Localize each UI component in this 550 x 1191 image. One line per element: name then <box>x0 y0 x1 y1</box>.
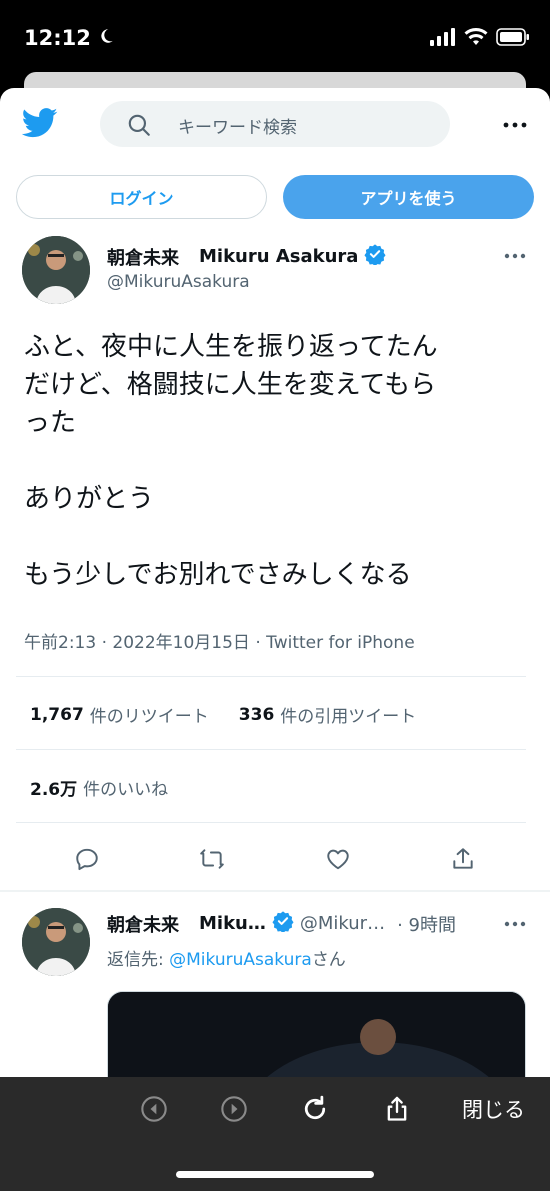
like-heart-icon[interactable] <box>323 844 353 874</box>
author-handle[interactable]: @MikuruAsakura <box>107 272 250 292</box>
avatar[interactable] <box>22 236 90 304</box>
login-button[interactable]: ログイン <box>16 175 267 219</box>
like-count[interactable]: 2.6万 <box>30 775 77 800</box>
display-name-en: Mikuru Asakura <box>199 246 359 267</box>
reply-icon[interactable] <box>72 844 102 874</box>
tweet-line: ふと、夜中に人生を振り返ってたん <box>24 332 438 362</box>
divider <box>16 676 526 677</box>
quote-count[interactable]: 336 <box>239 705 275 725</box>
verified-badge-icon <box>364 243 386 270</box>
avatar[interactable] <box>22 908 90 976</box>
author-handle: @Mikur… <box>299 913 386 934</box>
home-indicator[interactable] <box>176 1171 374 1178</box>
moon-icon <box>97 26 115 50</box>
like-label[interactable]: 件のいいね <box>83 775 168 800</box>
clock: 12:12 <box>24 26 91 50</box>
like-stats: 2.6万 件のいいね <box>30 775 168 800</box>
top-bar: キーワード検索 <box>0 88 550 162</box>
tweet-more-icon[interactable] <box>502 246 528 266</box>
close-button[interactable]: 閉じる <box>462 1089 540 1129</box>
tweet-line: だけど、格闘技に人生を変えてもら <box>24 370 437 400</box>
reply-handle-link[interactable]: @MikuruAsakura <box>169 950 312 970</box>
section-divider <box>0 890 550 892</box>
twitter-bird-icon[interactable] <box>21 108 58 142</box>
browser-toolbar: 閉じる <box>0 1077 550 1141</box>
divider <box>16 749 526 750</box>
search-bar[interactable]: キーワード検索 <box>100 101 450 147</box>
verified-badge-icon <box>272 910 294 937</box>
forward-icon[interactable] <box>218 1089 250 1129</box>
tweet-more-icon[interactable] <box>502 914 528 934</box>
status-time: 12:12 <box>24 26 115 50</box>
tweet-timestamp[interactable]: 午前2:13 · 2022年10月15日 · Twitter for iPhon… <box>24 628 415 653</box>
home-area <box>0 1141 550 1191</box>
tweet-line: った <box>24 408 77 438</box>
tweet-actions <box>0 840 550 876</box>
browser-sheet: キーワード検索 ログイン アプリを使う 朝倉未来 Mikuru Asakura … <box>0 88 550 1191</box>
retweet-count[interactable]: 1,767 <box>30 705 84 725</box>
tweet-line: ありがとう <box>24 484 155 514</box>
retweet-stats: 1,767 件のリツイート 336 件の引用ツイート <box>30 702 416 728</box>
search-placeholder: キーワード検索 <box>178 118 297 138</box>
battery-icon <box>496 28 530 50</box>
quote-label[interactable]: 件の引用ツイート <box>280 702 416 727</box>
cellular-signal-icon <box>430 28 456 50</box>
reply-author[interactable]: 朝倉未来 Miku… @Mikur… · 9時間 <box>107 910 477 937</box>
share-icon[interactable] <box>448 844 478 874</box>
status-icons <box>430 28 530 50</box>
retweet-label[interactable]: 件のリツイート <box>90 702 209 727</box>
reply-prefix: 返信先: <box>107 950 170 970</box>
reply-to: 返信先: @MikuruAsakuraさん <box>107 945 346 970</box>
status-bar: 12:12 <box>0 0 550 80</box>
wifi-icon <box>464 28 488 50</box>
search-icon <box>126 112 152 142</box>
tweet-text: ふと、夜中に人生を振り返ってたん だけど、格闘技に人生を変えてもら った ありが… <box>24 328 524 594</box>
open-app-button[interactable]: アプリを使う <box>283 175 534 219</box>
author-name[interactable]: 朝倉未来 Mikuru Asakura <box>107 243 386 270</box>
back-icon[interactable] <box>138 1089 170 1129</box>
display-name: 朝倉未来 <box>107 914 179 936</box>
share-icon[interactable] <box>380 1089 414 1129</box>
display-name: 朝倉未来 <box>107 247 179 269</box>
divider <box>16 822 526 823</box>
more-horizontal-icon[interactable] <box>502 112 528 138</box>
display-name-en: Miku… <box>199 913 266 934</box>
reply-time: · 9時間 <box>397 914 456 936</box>
reload-icon[interactable] <box>298 1089 332 1129</box>
reply-suffix: さん <box>311 950 346 970</box>
retweet-icon[interactable] <box>197 844 227 874</box>
tweet-line: もう少しでお別れでさみしくなる <box>24 560 412 590</box>
